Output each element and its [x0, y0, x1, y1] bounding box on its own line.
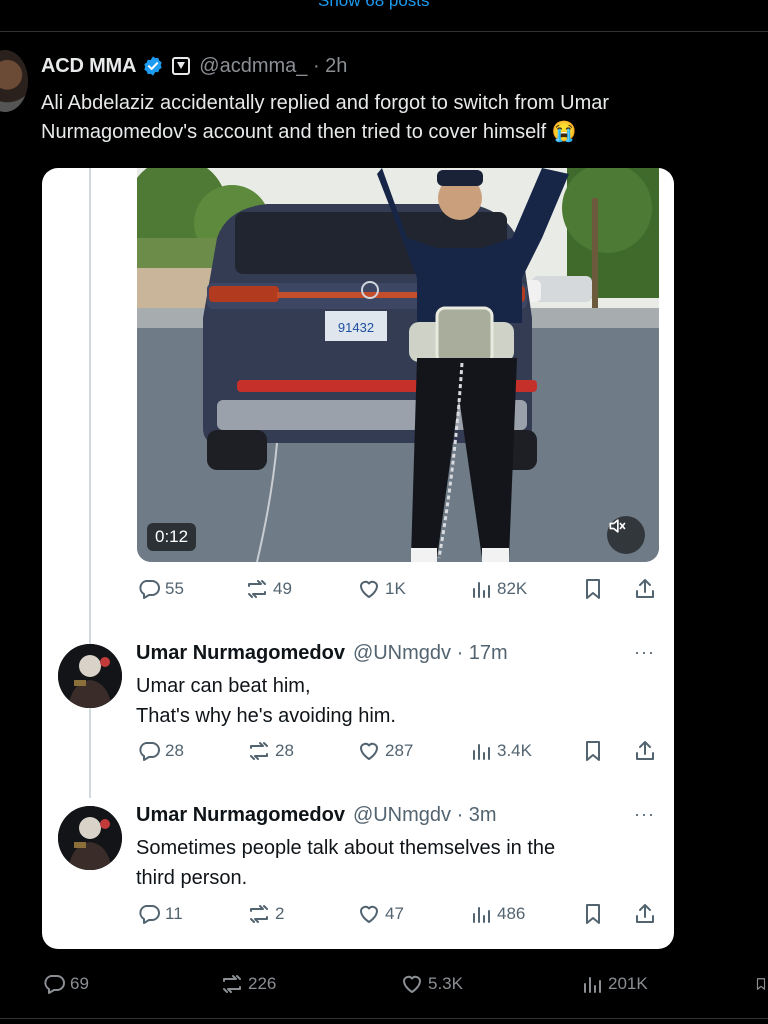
reply-avatar[interactable]: [58, 644, 122, 708]
tweet-header: ACD MMA @acdmma_ · 2h: [41, 54, 347, 78]
author-handle-time[interactable]: @acdmma_ · 2h: [199, 55, 347, 78]
views-count: 486: [497, 904, 526, 923]
like-icon: [403, 975, 421, 993]
like-button[interactable]: 5.3K: [400, 969, 463, 999]
affiliate-badge-icon[interactable]: [172, 57, 191, 75]
tweet-actions: 69 226 5.3K 201K: [42, 969, 768, 1001]
like-button[interactable]: 47: [357, 899, 404, 929]
reply-line-1: Sometimes people talk about themselves i…: [136, 837, 556, 859]
share-icon: [636, 741, 654, 760]
bookmark-icon: [586, 741, 600, 761]
views-icon: [473, 907, 490, 923]
like-button[interactable]: 1K: [357, 574, 406, 604]
show-more-posts-bar[interactable]: Show 68 posts: [0, 0, 768, 32]
reply-icon: [44, 975, 65, 994]
reply-count: 55: [165, 579, 184, 598]
like-button[interactable]: 287: [357, 736, 413, 766]
video-player[interactable]: 91432 0:12: [137, 168, 659, 562]
repost-icon: [223, 975, 241, 993]
reply-avatar[interactable]: [58, 806, 122, 870]
reply-icon: [139, 580, 160, 599]
like-icon: [360, 905, 378, 923]
bookmark-button[interactable]: [581, 574, 605, 604]
repost-button[interactable]: 2: [247, 899, 284, 929]
repost-icon: [250, 905, 268, 923]
views-icon: [473, 744, 490, 760]
repost-count: 49: [273, 579, 292, 598]
more-icon[interactable]: ···: [634, 804, 655, 825]
views-button[interactable]: 3.4K: [469, 736, 532, 766]
views-button[interactable]: 82K: [469, 574, 527, 604]
reply-author-name[interactable]: Umar Nurmagomedov: [136, 804, 345, 827]
reply-count: 28: [165, 741, 184, 760]
reply-button[interactable]: 11: [137, 899, 183, 929]
repost-button[interactable]: 226: [220, 969, 276, 999]
reply-line-1: Umar can beat him,: [136, 675, 311, 697]
repost-count: 226: [248, 974, 277, 993]
repost-button[interactable]: 28: [247, 736, 294, 766]
reply-actions: 28 28 287 3.4K: [137, 736, 662, 766]
like-count: 287: [385, 741, 414, 760]
bookmark-button[interactable]: [754, 969, 768, 999]
bookmark-button[interactable]: [581, 736, 605, 766]
reply-header: Umar Nurmagomedov @UNmgdv · 17m: [136, 640, 508, 666]
repost-icon: [250, 742, 268, 760]
bookmark-icon: [756, 978, 766, 990]
repost-count: 28: [275, 741, 294, 760]
share-icon: [636, 579, 654, 598]
views-icon: [584, 977, 601, 993]
mute-icon: [609, 519, 626, 533]
like-count: 1K: [385, 579, 406, 598]
share-button[interactable]: [633, 899, 657, 929]
license-plate: 91432: [338, 320, 374, 335]
repost-button[interactable]: 49: [245, 574, 292, 604]
video-frame: 91432: [137, 168, 659, 562]
like-icon: [360, 580, 378, 598]
reply-author-handle-time[interactable]: @UNmgdv · 17m: [353, 642, 508, 665]
views-button[interactable]: 201K: [580, 969, 648, 999]
views-count: 3.4K: [497, 741, 532, 760]
reply-icon: [139, 742, 160, 761]
mute-button[interactable]: [607, 516, 645, 554]
reply-count: 69: [70, 974, 89, 993]
like-count: 5.3K: [428, 974, 463, 993]
quoted-tweet-actions: 55 49 1K 82K: [137, 574, 662, 604]
bookmark-button[interactable]: [581, 899, 605, 929]
share-icon: [636, 904, 654, 923]
author-avatar[interactable]: [0, 50, 28, 112]
views-icon: [473, 582, 490, 598]
more-icon[interactable]: ···: [634, 642, 655, 663]
avatar-image: [58, 806, 122, 870]
reply-count: 11: [165, 904, 183, 923]
reply-line-2: That's why he's avoiding him.: [136, 705, 396, 727]
views-count: 82K: [497, 579, 528, 598]
bookmark-icon: [586, 904, 600, 924]
repost-icon: [248, 580, 266, 598]
repost-count: 2: [275, 904, 285, 923]
bookmark-icon: [586, 579, 600, 599]
reply-icon: [139, 905, 160, 924]
views-count: 201K: [608, 974, 648, 993]
divider: [0, 1018, 768, 1019]
like-icon: [360, 742, 378, 760]
show-posts-link[interactable]: Show 68 posts: [318, 0, 430, 11]
reply-author-name[interactable]: Umar Nurmagomedov: [136, 642, 345, 665]
avatar-image: [58, 644, 122, 708]
video-duration: 0:12: [147, 523, 197, 551]
tweet-text: Ali Abdelaziz accidentally replied and f…: [41, 92, 610, 143]
like-count: 47: [385, 904, 404, 923]
share-button[interactable]: [633, 736, 657, 766]
reply-author-handle-time[interactable]: @UNmgdv · 3m: [353, 804, 497, 827]
reply-header: Umar Nurmagomedov @UNmgdv · 3m: [136, 802, 497, 828]
reply-actions: 11 2 47 486: [137, 899, 662, 929]
author-name[interactable]: ACD MMA: [41, 55, 136, 78]
verified-icon: [144, 56, 162, 76]
views-button[interactable]: 486: [469, 899, 525, 929]
share-button[interactable]: [633, 574, 657, 604]
reply-button[interactable]: 69: [42, 969, 89, 999]
quoted-thread-card[interactable]: 91432 0:12 55 49 1K 82K Umar Nurmagomedo…: [42, 168, 674, 949]
reply-button[interactable]: 28: [137, 736, 184, 766]
reply-line-2: third person.: [136, 867, 248, 889]
reply-button[interactable]: 55: [137, 574, 184, 604]
